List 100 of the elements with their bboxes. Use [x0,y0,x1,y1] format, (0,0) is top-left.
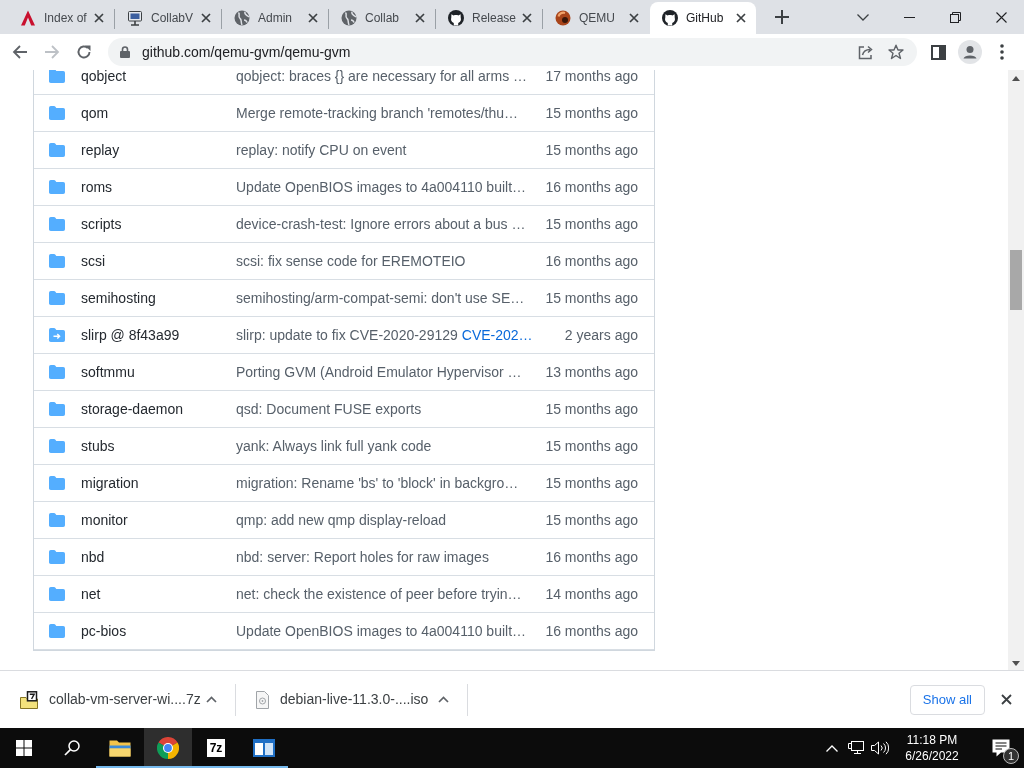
cat-icon [662,10,678,26]
directory-link[interactable]: storage-daemon [81,398,236,420]
commit-message-link[interactable]: slirp: update to fix CVE-2020-29129 [236,326,458,343]
folder-icon [49,550,65,564]
browser-tab[interactable]: Index of [8,2,114,34]
reload-icon [76,44,92,60]
directory-link[interactable]: pc-bios [81,620,236,642]
commit-message-link[interactable]: Porting GVM (Android Emulator Hypervisor … [236,363,522,380]
browser-logo-icon [157,737,179,759]
commit-message-link[interactable]: replay: notify CPU on event [236,141,407,158]
directory-link[interactable]: scsi [81,250,236,272]
directory-link[interactable]: softmmu [81,361,236,383]
chevron-up-icon [826,744,838,752]
close-icon[interactable] [522,13,532,23]
directory-link[interactable]: slirp @ 8f43a99 [81,324,236,346]
directory-link[interactable]: stubs [81,435,236,457]
browser-tab[interactable]: GitHub [650,2,756,34]
directory-link[interactable]: monitor [81,509,236,531]
restore-icon [949,11,961,23]
caret-up-icon [437,696,449,703]
close-icon [995,11,1007,23]
commit-age: 2 years ago [564,325,638,345]
cat-icon [448,10,464,26]
scrollbar-thumb[interactable] [1010,250,1022,310]
close-icon[interactable] [308,13,318,23]
download-item[interactable]: collab-vm-server-wi....7z [0,683,201,716]
minimize-icon [903,16,915,18]
submodule-folder-icon [49,328,65,342]
message-icon [992,739,1010,757]
commit-message-link[interactable]: migration: Rename 'bs' to 'block' in backgro… [236,474,519,491]
browser-tab[interactable]: Release [436,2,542,34]
folder-icon [49,439,65,453]
close-icon[interactable] [94,13,104,23]
commit-message-link[interactable]: Update OpenBIOS images to 4a004110 built… [236,622,527,639]
avatar-icon [958,40,982,64]
directory-link[interactable]: scripts [81,213,236,235]
directory-link[interactable]: net [81,583,236,605]
folder-icon [49,513,65,527]
clock-time[interactable]: 11:18 PM [906,732,958,748]
commit-message-link[interactable]: yank: Always link full yank code [236,437,432,454]
globe-icon [234,10,250,26]
folder-icon [49,143,65,157]
show-all-button[interactable]: Show all [909,684,985,715]
folder-icon [49,254,65,268]
address-bar[interactable]: github.com/qemu-gvm/qemu-gvm [108,38,917,66]
commit-message-link[interactable]: Update OpenBIOS images to 4a004110 built… [236,178,527,195]
commit-age: 15 months ago [545,436,638,456]
network-icon [848,740,864,756]
caret-up-icon [206,696,218,703]
commit-message-link[interactable]: qobject: braces {} are necessary for all arms … [236,70,528,84]
taskbar-app[interactable]: 7z [192,728,240,768]
close-icon[interactable] [629,13,639,23]
commit-age: 16 months ago [545,621,638,641]
close-icon[interactable] [415,13,425,23]
taskbar-app[interactable] [144,728,192,768]
directory-link[interactable]: replay [81,139,236,161]
commit-message-link[interactable]: nbd: server: Report holes for raw images [236,548,489,565]
folder-icon [49,476,65,490]
folder-icon [49,70,65,83]
commit-message-link[interactable]: qsd: Document FUSE exports [236,400,422,417]
notifications-button[interactable]: 1 [978,728,1024,768]
commit-message-link[interactable]: device-crash-test: Ignore errors about a bus … [236,215,526,232]
directory-link[interactable]: qobject [81,70,236,87]
commit-message-link[interactable]: qmp: add new qmp display-reload [236,511,447,528]
speaker-icon [871,741,889,755]
close-icon[interactable] [201,13,211,23]
issue-link[interactable]: CVE-202… [461,326,533,343]
directory-link[interactable]: roms [81,176,236,198]
commit-age: 16 months ago [545,177,638,197]
back-arrow-icon [12,44,28,60]
share-icon [858,44,874,60]
search-icon [64,740,80,756]
app-logo-label: 7z [206,739,226,757]
directory-link[interactable]: nbd [81,546,236,568]
chevron-down-icon [857,13,869,21]
folder-icon [49,106,65,120]
scrollbar-track[interactable] [1008,70,1024,670]
start-logo-icon [16,740,32,756]
star-icon [888,44,904,60]
directory-link[interactable]: qom [81,102,236,124]
close-icon[interactable] [736,13,746,23]
directory-link[interactable]: semihosting [81,287,236,309]
browser-tab[interactable]: QEMU [543,2,649,34]
commit-age: 15 months ago [545,510,638,530]
browser-tab[interactable]: CollabV [115,2,221,34]
commit-message-link[interactable]: scsi: fix sense code for EREMOTEIO [236,252,466,269]
lock-icon [120,46,130,58]
commit-message-link[interactable]: semihosting/arm-compat-semi: don't use SE… [236,289,525,306]
close-icon [1000,694,1012,705]
directory-link[interactable]: migration [81,472,236,494]
commit-message-link[interactable]: net: check the existence of peer before tryin… [236,585,522,602]
scroll-down-icon [1012,661,1020,666]
clock-date[interactable]: 6/26/2022 [905,748,959,764]
commit-message-link[interactable]: Merge remote-tracking branch 'remotes/thu… [236,104,518,121]
browser-tab[interactable]: Admin [222,2,328,34]
commit-age: 16 months ago [545,547,638,567]
download-item[interactable]: debian-live-11.3.0-....iso [236,683,429,716]
computer-icon [127,10,143,26]
commit-age: 15 months ago [545,473,638,493]
browser-tab[interactable]: Collab [329,2,435,34]
